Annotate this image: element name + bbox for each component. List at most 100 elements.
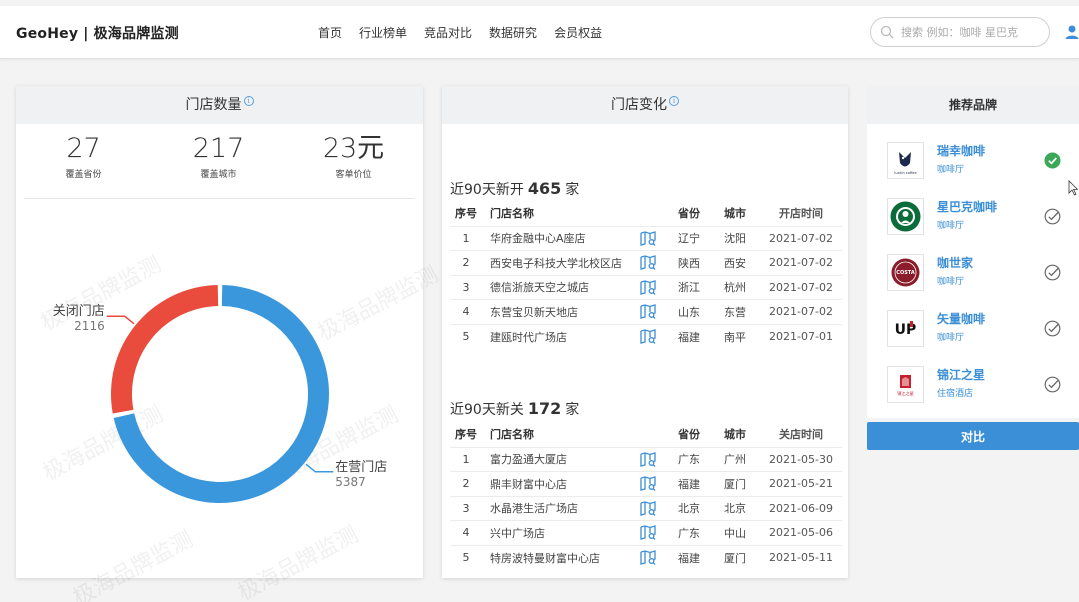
main-nav: 首页 行业榜单 竞品对比 数据研究 会员权益 [318,24,619,41]
city: 广州 [710,446,760,472]
donut-value: 2116 [74,319,105,333]
brand-item-jinjiang[interactable]: 锦江之星 锦江之星 住宿酒店 [867,356,1079,412]
nav-competitor-compare[interactable]: 竞品对比 [424,24,472,41]
map-locate-icon[interactable] [640,225,668,251]
date: 2021-05-30 [760,446,842,472]
store-name: 兴中广场店 [482,520,640,545]
store-name: 水晶港生活广场店 [482,495,640,521]
compare-button[interactable]: 对比 [867,422,1079,450]
closed-count: 172 [527,399,562,418]
col-no: 序号 [455,427,477,441]
costa-logo-text: COSTA [896,270,915,276]
table-row[interactable]: 4 兴中广场店 广东 中山 2021-05-06 [450,520,842,545]
nav-member-benefits[interactable]: 会员权益 [554,24,602,41]
brand-item-costa[interactable]: COSTA 咖世家 咖啡厅 [867,244,1079,300]
brand-name[interactable]: 瑞幸咖啡 [937,142,985,159]
map-locate-icon[interactable] [640,323,668,349]
search-box[interactable] [870,17,1050,47]
table-row[interactable]: 2 西安电子科技大学北校区店 陕西 西安 2021-07-02 [450,250,842,275]
costa-logo: COSTA [887,254,924,291]
map-locate-icon[interactable] [640,495,668,521]
col-open-date: 开店时间 [779,206,823,220]
search-icon [880,25,894,39]
store-name: 特房波特曼财富中心店 [482,544,640,570]
city: 厦门 [710,544,760,570]
table-row[interactable]: 3 水晶港生活广场店 北京 北京 2021-06-09 [450,495,842,521]
table-row[interactable]: 4 东营宝贝新天地店 山东 东营 2021-07-02 [450,299,842,324]
row-no: 2 [450,250,482,275]
brand-name[interactable]: 锦江之星 [937,366,985,383]
map-locate-icon[interactable] [640,471,668,496]
row-no: 1 [450,225,482,251]
store-donut-chart: 在营门店5387 关闭门店2116 [53,285,387,503]
closed-table: 序号 门店名称 省份 城市 关店时间 1 富力盈通大厦店 广东 广州 2021-05-3… [450,421,842,570]
table-row[interactable]: 1 富力盈通大厦店 广东 广州 2021-05-30 [450,446,842,472]
city: 西安 [710,250,760,275]
city: 北京 [710,495,760,521]
info-icon[interactable]: i [669,96,679,106]
stat-value: 27 [66,133,101,164]
map-locate-icon[interactable] [640,299,668,324]
store-name: 富力盈通大厦店 [482,446,640,472]
map-locate-icon[interactable] [640,544,668,570]
map-locate-icon[interactable] [640,520,668,545]
check-icon[interactable] [1044,376,1061,393]
store-stats: 27 覆盖省份 217 覆盖城市 23元 客单价位 [16,133,423,181]
opened-table: 序号 门店名称 省份 城市 开店时间 1 华府金融中心A座店 辽宁 沈阳 2021-07… [450,200,842,349]
check-selected-icon[interactable] [1044,152,1061,169]
city: 中山 [710,520,760,545]
site-logo[interactable]: GeoHey | 极海品牌监测 [16,23,179,43]
brand-item-luckin[interactable]: luckin coffee 瑞幸咖啡 咖啡厅 [867,132,1079,188]
donut-leader-line [305,463,334,473]
map-locate-icon[interactable] [640,250,668,275]
province: 广东 [668,446,710,472]
col-no: 序号 [455,206,477,220]
table-row[interactable]: 5 特房波特曼财富中心店 福建 厦门 2021-05-11 [450,544,842,570]
date: 2021-07-02 [760,225,842,251]
opened-table-body: 1 华府金融中心A座店 辽宁 沈阳 2021-07-02 2 西安电子科技大学北校区店 陕西西… [450,225,842,349]
brand-type: 住宿酒店 [937,389,974,399]
jinjiang-logo: 锦江之星 [887,366,924,403]
nav-home[interactable]: 首页 [318,24,342,41]
table-row[interactable]: 3 德信浙旅天空之城店 浙江 杭州 2021-07-02 [450,274,842,300]
row-no: 5 [450,544,482,570]
brand-name[interactable]: 咖世家 [937,254,973,271]
check-icon[interactable] [1044,320,1061,337]
table-header-row: 序号 门店名称 省份 城市 关店时间 [450,421,842,447]
brand-item-starbucks[interactable]: 星巴克咖啡 咖啡厅 [867,188,1079,244]
date: 2021-05-11 [760,544,842,570]
nav-industry-ranking[interactable]: 行业榜单 [359,24,407,41]
date: 2021-07-02 [760,250,842,275]
date: 2021-05-06 [760,520,842,545]
row-no: 2 [450,471,482,496]
check-icon[interactable] [1044,208,1061,225]
brand-name[interactable]: 矢量咖啡 [937,310,985,327]
jinjiang-logo-text: 锦江之星 [897,390,914,397]
province: 福建 [668,544,710,570]
brand-item-up-coffee[interactable]: UP 矢量咖啡 咖啡厅 [867,300,1079,356]
date: 2021-07-02 [760,274,842,300]
stat-label: 覆盖城市 [200,170,237,180]
nav-data-research[interactable]: 数据研究 [489,24,537,41]
table-header-row: 序号 门店名称 省份 城市 开店时间 [450,200,842,226]
check-icon[interactable] [1044,264,1061,281]
donut-slice[interactable] [111,285,219,414]
city: 南平 [710,323,760,349]
table-row[interactable]: 5 建瓯时代广场店 福建 南平 2021-07-01 [450,323,842,349]
user-icon[interactable] [1064,24,1079,40]
search-input[interactable] [901,22,1041,42]
col-city: 城市 [724,427,746,441]
table-row[interactable]: 1 华府金融中心A座店 辽宁 沈阳 2021-07-02 [450,225,842,251]
info-icon[interactable]: i [243,96,254,106]
col-map [640,200,668,226]
col-city: 城市 [724,206,746,220]
map-locate-icon[interactable] [640,446,668,472]
brand-name[interactable]: 星巴克咖啡 [937,198,997,215]
table-row[interactable]: 2 鼎丰财富中心店 福建 厦门 2021-05-21 [450,471,842,496]
closed-table-body: 1 富力盈通大厦店 广东 广州 2021-05-30 2 鼎丰财富中心店 福建 厦门 2021-0… [450,446,842,570]
date: 2021-07-01 [760,323,842,349]
opened-count: 465 [527,179,562,198]
col-province: 省份 [678,427,700,441]
map-locate-icon[interactable] [640,274,668,300]
city: 杭州 [710,274,760,300]
